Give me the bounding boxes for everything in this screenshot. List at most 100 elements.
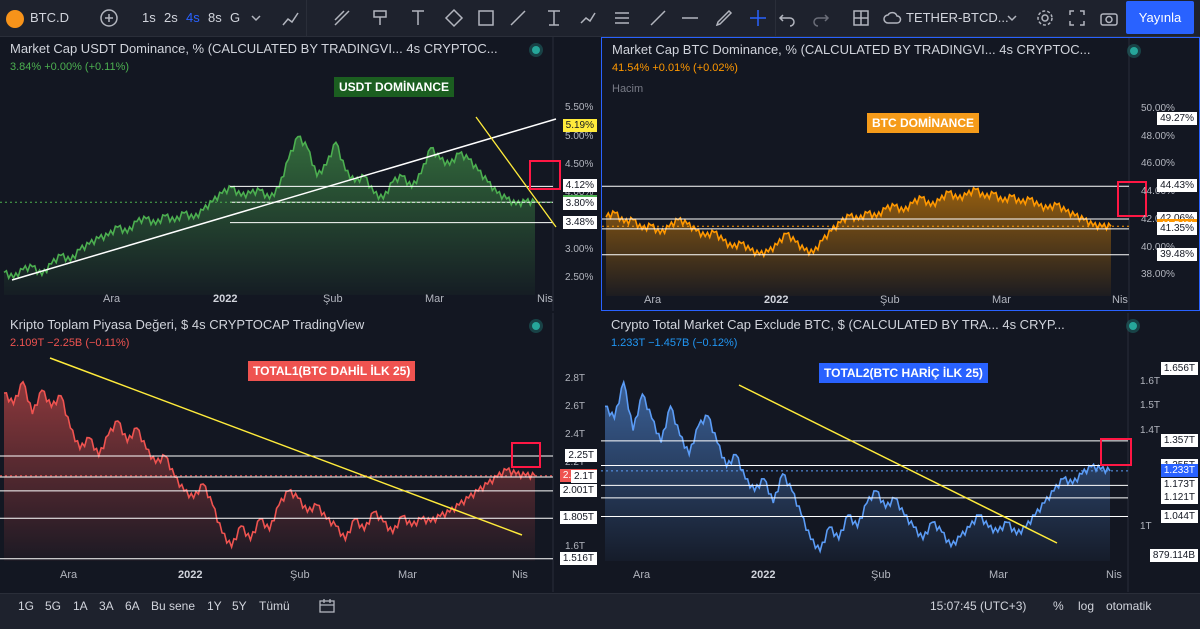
chart-annotation-label[interactable]: TOTAL1(BTC DAHİL İLK 25)	[248, 361, 416, 381]
clock[interactable]: 15:07:45 (UTC+3)	[930, 594, 1026, 629]
calendar-range-icon[interactable]	[318, 598, 336, 614]
chevron-down-icon[interactable]	[1006, 7, 1018, 29]
symbol-label: BTC.D	[30, 10, 69, 25]
highlight-box[interactable]	[511, 442, 541, 468]
shape-icon[interactable]	[443, 7, 465, 29]
layout-name[interactable]: TETHER-BTCD...	[906, 0, 1009, 36]
range-3a[interactable]: 3A	[99, 594, 114, 629]
chart-canvas[interactable]	[0, 313, 599, 592]
text-icon[interactable]	[407, 7, 429, 29]
range-tumu[interactable]: Tümü	[259, 594, 290, 629]
price-tick: 1.6T	[565, 541, 586, 552]
date-tick: 2022	[178, 569, 203, 581]
horizontal-line-icon[interactable]	[679, 7, 701, 29]
auto-toggle[interactable]: otomatik	[1106, 594, 1151, 629]
date-tick: Mar	[398, 569, 417, 581]
date-tick: Nis	[1106, 569, 1122, 581]
price-tag: 1.173T	[1160, 478, 1198, 492]
chart-panel-usdt[interactable]: 5.50%5.00%4.50%4.00%3.50%3.00%2.50%5.19%…	[0, 37, 599, 311]
percent-toggle[interactable]: %	[1053, 594, 1064, 629]
grid-layout-icon[interactable]	[850, 7, 872, 29]
fullscreen-icon[interactable]	[1066, 7, 1088, 29]
plus-icon[interactable]	[98, 7, 120, 29]
chevron-down-icon[interactable]	[250, 7, 262, 29]
series-area	[4, 381, 535, 561]
redo-icon[interactable]	[810, 7, 832, 29]
range-1g[interactable]: 1G	[18, 594, 34, 629]
price-tick: 2.8T	[565, 373, 586, 384]
date-tick: 2022	[213, 293, 238, 305]
interval-2s[interactable]: 2s	[164, 0, 178, 36]
price-tag: 879.114B	[1149, 549, 1198, 563]
rect-icon[interactable]	[475, 7, 497, 29]
ruler-icon[interactable]	[647, 7, 669, 29]
interval-4s[interactable]: 4s	[186, 0, 200, 36]
live-dot-icon	[1129, 322, 1137, 330]
range-6a[interactable]: 6A	[125, 594, 140, 629]
gear-icon[interactable]	[1034, 7, 1056, 29]
price-tag: 49.27%	[1157, 112, 1197, 126]
cloud-icon	[883, 11, 902, 24]
highlight-box[interactable]	[1100, 438, 1132, 466]
price-tick: 1T	[1140, 521, 1152, 533]
range-1a[interactable]: 1A	[73, 594, 88, 629]
chart-canvas[interactable]	[601, 313, 1200, 592]
undo-icon[interactable]	[776, 7, 798, 29]
range-5y[interactable]: 5Y	[232, 594, 247, 629]
panel-value: 3.84% +0.00% (+0.11%)	[10, 61, 130, 73]
date-tick: Nis	[512, 569, 528, 581]
chart-annotation-label[interactable]: BTC DOMİNANCE	[867, 113, 979, 133]
trendline-icon[interactable]	[331, 7, 353, 29]
measure-icon[interactable]	[507, 7, 529, 29]
fib-icon[interactable]	[543, 7, 565, 29]
pen-icon[interactable]	[713, 7, 735, 29]
crosshair-icon[interactable]	[747, 7, 769, 29]
price-tag: 1.121T	[1160, 490, 1198, 504]
price-tick: 5.00%	[565, 130, 594, 142]
date-tick: Mar	[992, 294, 1011, 306]
log-toggle[interactable]: log	[1078, 594, 1094, 629]
publish-button[interactable]: Yayınla	[1126, 1, 1194, 34]
date-tick: 2022	[751, 569, 776, 581]
price-tag: 3.48%	[562, 215, 597, 229]
price-tag: 4.12%	[562, 179, 597, 193]
price-tag: 5.19%	[562, 118, 597, 132]
panel-title[interactable]: Market Cap USDT Dominance, % (CALCULATED…	[10, 41, 498, 56]
chart-canvas[interactable]	[602, 38, 1200, 311]
date-tick: Nis	[537, 293, 553, 305]
chart-annotation-label[interactable]: USDT DOMİNANCE	[334, 77, 454, 97]
path-icon[interactable]	[577, 7, 599, 29]
bar-chart-icon[interactable]	[280, 7, 302, 29]
live-dot-icon	[532, 46, 540, 54]
chart-panel-btc[interactable]: 50.00%48.00%46.00%44.00%42.00%40.00%38.0…	[601, 37, 1200, 311]
interval-8s[interactable]: 8s	[208, 0, 222, 36]
chart-canvas[interactable]	[0, 37, 599, 311]
range-bu-sene[interactable]: Bu sene	[151, 594, 195, 629]
price-tick: 48.00%	[1141, 130, 1175, 142]
interval-1s[interactable]: 1s	[142, 0, 156, 36]
panel-title[interactable]: Market Cap BTC Dominance, % (CALCULATED …	[612, 42, 1091, 57]
symbol-search[interactable]: BTC.D	[6, 0, 69, 36]
range-5g[interactable]: 5G	[45, 594, 61, 629]
date-tick: Şub	[323, 293, 343, 305]
chart-panel-total1[interactable]: 2.8T2.6T2.4T2.2T1.6T2.25T2.109T2.1T2.001…	[0, 313, 599, 592]
volume-label[interactable]: Hacim	[612, 83, 643, 95]
pattern-icon[interactable]	[611, 7, 633, 29]
highlight-box[interactable]	[529, 160, 561, 190]
date-tick: Mar	[989, 569, 1008, 581]
panel-title[interactable]: Kripto Toplam Piyasa Değeri, $ 4s CRYPTO…	[10, 317, 364, 332]
price-tick: 38.00%	[1141, 269, 1175, 281]
date-tick: Nis	[1112, 294, 1128, 306]
price-tag: 1.805T	[559, 511, 597, 525]
brush-icon[interactable]	[369, 7, 391, 29]
date-tick: Mar	[425, 293, 444, 305]
camera-icon[interactable]	[1098, 7, 1120, 29]
range-1y[interactable]: 1Y	[207, 594, 222, 629]
price-tag: 1.357T	[1160, 433, 1198, 447]
interval-g[interactable]: G	[230, 0, 240, 36]
chart-annotation-label[interactable]: TOTAL2(BTC HARİÇ İLK 25)	[819, 363, 988, 383]
panel-title[interactable]: Crypto Total Market Cap Exclude BTC, $ (…	[611, 317, 1065, 332]
price-tick: 3.00%	[565, 243, 594, 255]
price-tag: 1.516T	[559, 551, 597, 565]
chart-panel-total2[interactable]: 1.6T1.5T1.4T1T1.656T1.357T1.255T1.233T1.…	[601, 313, 1200, 592]
